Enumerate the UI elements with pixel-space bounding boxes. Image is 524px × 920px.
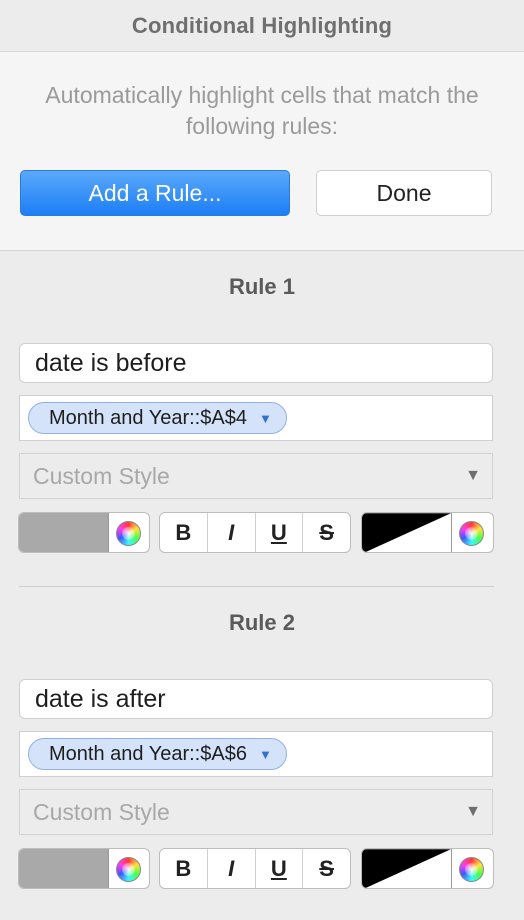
color-wheel-icon[interactable]	[116, 857, 141, 882]
style-popup-label: Custom Style	[33, 798, 170, 825]
style-popup-label: Custom Style	[33, 462, 170, 489]
rule-condition-select[interactable]: date is after	[19, 679, 493, 719]
rule-value-field[interactable]: Month and Year::$A$6 ▼	[19, 731, 493, 777]
done-button[interactable]: Done	[316, 170, 492, 216]
italic-button[interactable]: I	[208, 513, 256, 552]
intro-section: Automatically highlight cells that match…	[0, 52, 524, 251]
underline-button[interactable]: U	[256, 513, 304, 552]
cell-reference-token[interactable]: Month and Year::$A$6 ▼	[28, 738, 287, 770]
fill-color-well[interactable]	[18, 512, 150, 553]
rule-1: Rule 1 date is before Month and Year::$A…	[0, 252, 524, 587]
rule-condition-select[interactable]: date is before	[19, 343, 493, 383]
style-popup[interactable]: Custom Style ▼	[19, 453, 493, 499]
style-popup[interactable]: Custom Style ▼	[19, 789, 493, 835]
text-style-buttons: B I U S	[159, 512, 351, 553]
panel-title: Conditional Highlighting	[131, 12, 393, 38]
strikethrough-button[interactable]: S	[303, 849, 350, 888]
fill-color-well[interactable]	[18, 848, 150, 889]
underline-button[interactable]: U	[256, 849, 304, 888]
intro-description: Automatically highlight cells that match…	[45, 82, 479, 139]
chevron-down-icon: ▼	[465, 467, 481, 484]
rule-divider	[19, 586, 494, 587]
token-label: Month and Year::$A$6	[49, 742, 247, 765]
rule-2: Rule 2 date is after Month and Year::$A$…	[0, 588, 524, 908]
panel-header: Conditional Highlighting	[0, 0, 524, 52]
bold-button[interactable]: B	[160, 849, 208, 888]
format-controls: B I U S	[0, 512, 524, 553]
color-wheel-icon[interactable]	[459, 521, 484, 546]
token-disclosure-icon[interactable]: ▼	[259, 747, 272, 762]
fill-color-swatch[interactable]	[19, 849, 109, 888]
text-color-swatch[interactable]	[362, 513, 452, 553]
text-color-swatch[interactable]	[362, 849, 452, 889]
rule-value-field[interactable]: Month and Year::$A$4 ▼	[19, 395, 493, 441]
chevron-down-icon: ▼	[465, 803, 481, 820]
rule-title: Rule 2	[228, 610, 296, 635]
italic-button[interactable]: I	[208, 849, 256, 888]
format-controls: B I U S	[0, 848, 524, 889]
fill-color-swatch[interactable]	[19, 513, 109, 552]
text-color-well[interactable]	[361, 848, 494, 889]
cell-reference-token[interactable]: Month and Year::$A$4 ▼	[28, 402, 287, 434]
add-rule-button[interactable]: Add a Rule...	[20, 170, 290, 216]
bold-button[interactable]: B	[160, 513, 208, 552]
token-label: Month and Year::$A$4	[49, 406, 247, 429]
token-disclosure-icon[interactable]: ▼	[259, 411, 272, 426]
rule-title: Rule 1	[228, 274, 296, 299]
color-wheel-icon[interactable]	[116, 521, 141, 546]
color-wheel-icon[interactable]	[459, 857, 484, 882]
text-color-well[interactable]	[361, 512, 494, 553]
strikethrough-button[interactable]: S	[303, 513, 350, 552]
text-style-buttons: B I U S	[159, 848, 351, 889]
conditional-highlighting-panel: Conditional Highlighting Automatically h…	[0, 0, 524, 920]
